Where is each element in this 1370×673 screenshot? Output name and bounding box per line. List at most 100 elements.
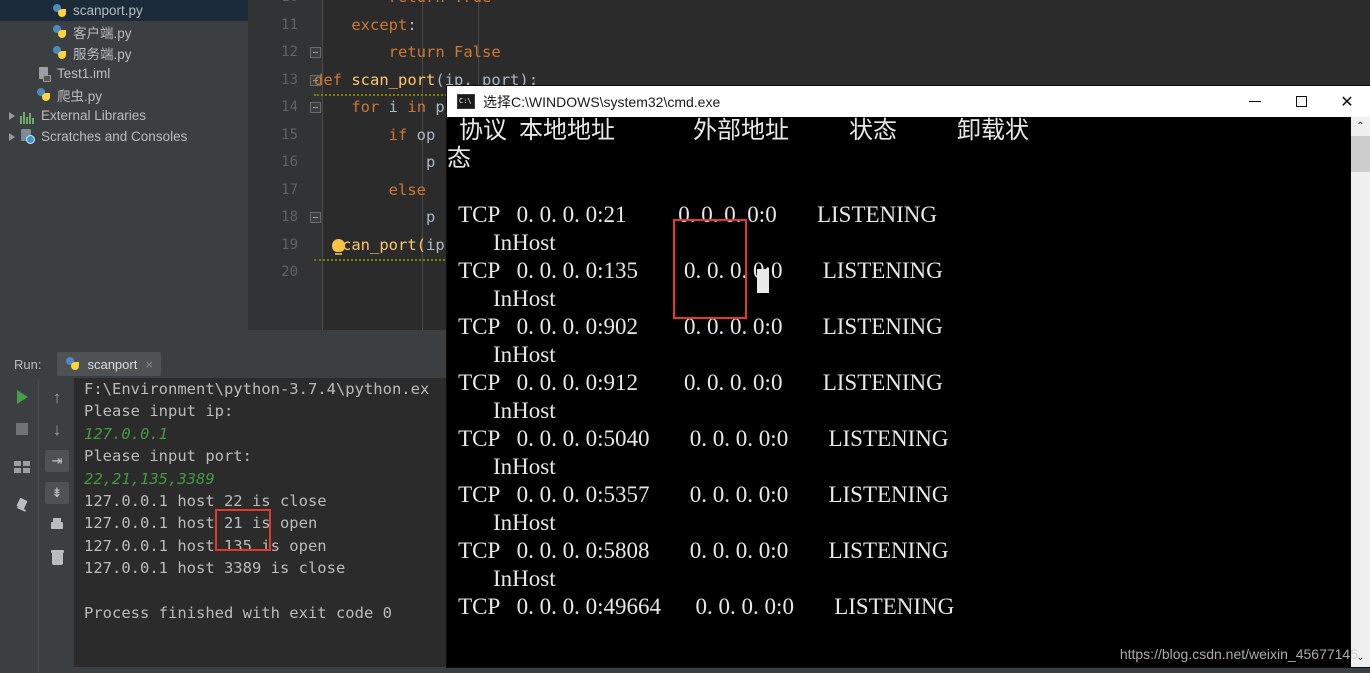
run-tab-label: scanport (87, 356, 138, 372)
line-number: 15 (281, 126, 298, 143)
intention-bulb-icon[interactable] (332, 238, 345, 255)
cmd-window[interactable]: 选择C:\WINDOWS\system32\cmd.exe ✕ 协议 本地地址 … (447, 86, 1370, 667)
editor-gutter: 10 11 12 13 14 15 16 17 18 19 20 (248, 0, 307, 330)
line-number: 20 (281, 264, 298, 280)
netstat-row: TCP 0. 0. 0. 0:5357 0. 0. 0. 0:0 LISTENI… (447, 482, 949, 507)
netstat-header: 协议 本地地址 外部地址 状态 卸载状 (447, 118, 1029, 144)
cmd-title-text: 选择C:\WINDOWS\system32\cmd.exe (483, 93, 721, 110)
netstat-row: TCP 0. 0. 0. 0:902 0. 0. 0. 0:0 LISTENIN… (447, 314, 943, 339)
tree-item-label: 服务端.py (73, 46, 132, 62)
netstat-row: TCP 0. 0. 0. 0:5040 0. 0. 0. 0:0 LISTENI… (447, 426, 949, 451)
tree-item-3[interactable]: Test1.iml (0, 63, 248, 84)
soft-wrap-button[interactable]: ⇥ (44, 448, 70, 474)
netstat-offload-state: InHost (447, 286, 556, 311)
clear-all-button[interactable] (44, 544, 70, 570)
netstat-offload-state: InHost (447, 230, 556, 255)
netstat-row: TCP 0. 0. 0. 0:912 0. 0. 0. 0:0 LISTENIN… (447, 370, 943, 395)
python-file-icon (65, 356, 81, 372)
line-number: 17 (281, 181, 298, 198)
scroll-to-end-button[interactable]: ⇟ (44, 480, 70, 506)
netstat-row: TCP 0. 0. 0. 0:21 0. 0. 0. 0:0 LISTENING (447, 202, 938, 227)
code-line: if op (388, 125, 436, 144)
close-icon: ✕ (1340, 91, 1354, 111)
netstat-offload-state: InHost (447, 510, 556, 535)
line-number: 11 (281, 16, 298, 33)
netstat-offload-state: InHost (447, 342, 556, 367)
tree-item-label: Scratches and Consoles (41, 129, 188, 144)
netstat-row: TCP 0. 0. 0. 0:49664 0. 0. 0. 0:0 LISTEN… (447, 594, 955, 619)
run-tab-scanport[interactable]: scanport × (57, 352, 161, 376)
python-file-icon (52, 3, 68, 19)
print-button[interactable] (44, 512, 70, 538)
project-tree[interactable]: scanport.py 客户端.py 服务端.py Test1.iml 爬虫.py Ext… (0, 0, 248, 348)
tree-item-4[interactable]: 爬虫.py (0, 84, 248, 105)
layout-button[interactable] (9, 454, 35, 480)
run-button[interactable] (9, 384, 35, 410)
tree-item-1[interactable]: 客户端.py (0, 21, 248, 42)
soft-wrap-icon: ⇥ (45, 450, 69, 472)
cmd-console-body[interactable]: 协议 本地地址 外部地址 状态 卸载状态 TCP 0. 0. 0. 0:21 0… (447, 117, 1370, 667)
expand-arrow-icon[interactable] (4, 126, 20, 147)
tree-item-0[interactable]: scanport.py (0, 0, 248, 21)
stop-icon (16, 423, 28, 435)
netstat-header: 态 (447, 146, 471, 172)
python-file-icon (52, 45, 68, 61)
code-line: p (425, 208, 436, 226)
arrow-down-icon: ↓ (52, 419, 62, 439)
line-number: 14 (281, 99, 298, 115)
code-line: return False (388, 43, 501, 61)
cmd-scrollbar[interactable]: ⌃ ⌄ (1351, 117, 1370, 667)
tree-item-2[interactable]: 服务端.py (0, 42, 248, 63)
console-cursor (757, 269, 769, 293)
line-number: 19 (281, 236, 298, 253)
library-icon (20, 108, 36, 124)
pin-icon (15, 499, 29, 515)
tree-item-label: scanport.py (73, 3, 143, 18)
iml-file-icon (36, 66, 52, 82)
scroll-up-arrow-icon[interactable]: ⌃ (1351, 117, 1370, 136)
line-number: 18 (281, 209, 298, 225)
minimize-button[interactable] (1232, 86, 1278, 117)
console-icon (457, 94, 475, 109)
run-tab-bar: Run: scanport × (0, 352, 161, 376)
netstat-row: TCP 0. 0. 0. 0:135 0. 0. 0. 0:0 LISTENIN… (447, 258, 943, 283)
pin-tab-button[interactable] (9, 494, 35, 520)
netstat-offload-state: InHost (447, 566, 556, 591)
code-line: p (425, 153, 436, 171)
tree-item-6[interactable]: Scratches and Consoles (0, 126, 248, 147)
line-number: 16 (281, 154, 298, 170)
cmd-title-bar[interactable]: 选择C:\WINDOWS\system32\cmd.exe ✕ (447, 86, 1370, 117)
line-number: 13 (281, 71, 298, 88)
tree-item-5[interactable]: External Libraries (0, 105, 248, 126)
cmd-console-text: 协议 本地地址 外部地址 状态 卸载状态 TCP 0. 0. 0. 0:21 0… (447, 117, 1335, 667)
layout-icon (14, 461, 30, 473)
python-file-icon (36, 87, 52, 103)
scroll-up-button[interactable]: ↑ (44, 384, 70, 410)
run-toolbar-secondary[interactable]: ↑ ↓ ⇥ ⇟ (38, 378, 75, 673)
close-button[interactable]: ✕ (1324, 86, 1370, 117)
trash-icon (50, 549, 64, 565)
scroll-down-button[interactable]: ↓ (44, 416, 70, 442)
scrollbar-thumb[interactable] (1351, 136, 1370, 172)
tree-item-label: 客户端.py (73, 25, 132, 41)
stop-button[interactable] (9, 416, 35, 442)
tree-item-label: External Libraries (41, 108, 147, 123)
maximize-icon (1295, 96, 1307, 107)
scratches-icon (20, 128, 36, 145)
play-icon (16, 390, 28, 404)
netstat-row: TCP 0. 0. 0. 0:5808 0. 0. 0. 0:0 LISTENI… (447, 538, 949, 563)
chevron-right-icon (9, 111, 15, 120)
tree-item-label: Test1.iml (57, 66, 111, 81)
expand-arrow-icon[interactable] (4, 105, 20, 126)
scroll-to-end-icon: ⇟ (45, 482, 69, 504)
python-file-icon (52, 24, 68, 40)
close-icon[interactable]: × (145, 357, 153, 372)
tree-item-label: 爬虫.py (57, 88, 103, 104)
maximize-button[interactable] (1278, 86, 1324, 117)
line-number: 10 (281, 0, 298, 12)
